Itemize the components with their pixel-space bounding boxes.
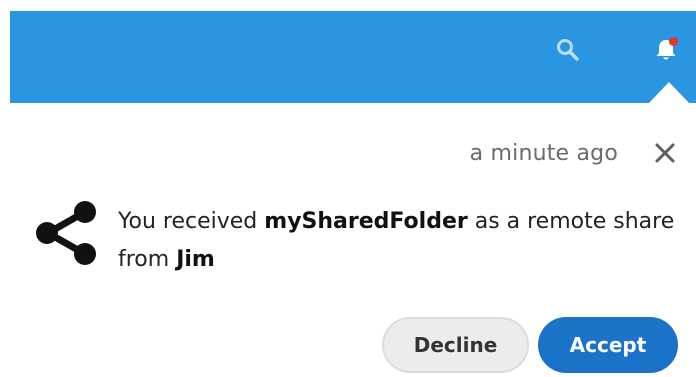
dismiss-notification-button[interactable] — [650, 138, 680, 168]
accept-button[interactable]: Accept — [538, 317, 678, 373]
bell-icon — [656, 37, 678, 60]
notification-timestamp: a minute ago — [469, 141, 618, 166]
share-icon — [36, 201, 96, 265]
notification-dot — [669, 37, 678, 46]
page: a minute ago You received mySharedFolder… — [0, 0, 696, 377]
message-text-start: You received — [118, 209, 265, 234]
shared-folder-name: mySharedFolder — [264, 209, 468, 234]
decline-button[interactable]: Decline — [382, 317, 529, 373]
search-icon — [557, 39, 579, 61]
search-button[interactable] — [548, 30, 588, 70]
popover-caret — [648, 82, 690, 104]
close-icon — [655, 143, 675, 163]
top-header-bar — [10, 11, 696, 103]
notifications-button[interactable] — [646, 30, 686, 70]
notification-popover: a minute ago You received mySharedFolder… — [0, 103, 696, 377]
sender-name: Jim — [176, 247, 215, 272]
notification-message: You received mySharedFolder as a remote … — [118, 203, 678, 279]
